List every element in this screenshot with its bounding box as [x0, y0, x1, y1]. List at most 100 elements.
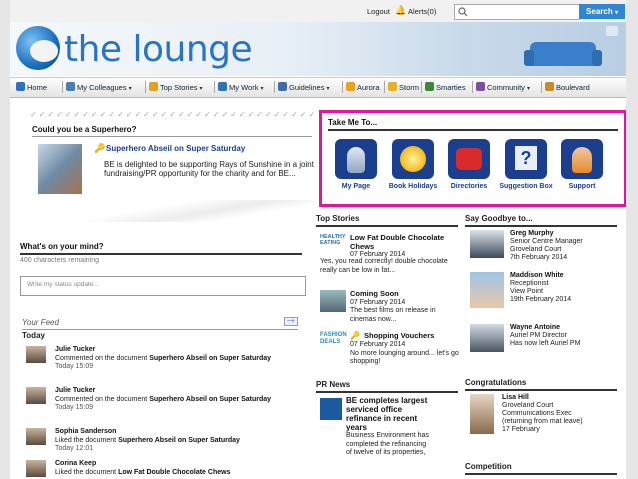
top-stories-title: Top Stories — [316, 214, 360, 223]
brand-title: the lounge — [64, 29, 253, 70]
feed-user[interactable]: Julie Tucker — [55, 346, 95, 353]
feed-doc-link[interactable]: Low Fat Double Chocolate Chews — [118, 469, 230, 476]
nav-aurora[interactable]: Aurora — [346, 82, 380, 92]
story-title-link[interactable]: Shopping Vouchers — [364, 331, 464, 341]
bell-icon[interactable]: 🔔 — [395, 5, 406, 16]
colleagues-icon — [66, 82, 75, 91]
lamp-icon — [606, 26, 618, 36]
nav-label: Aurora — [357, 83, 380, 92]
take-me-to-title: Take Me To... — [328, 118, 378, 127]
avatar[interactable] — [470, 394, 494, 434]
search-input[interactable] — [454, 4, 580, 20]
feed-user[interactable]: Sophia Sanderson — [55, 428, 116, 435]
feed-doc-link[interactable]: Superhero Abseil on Super Saturday — [149, 355, 271, 362]
nav-label: Boulevard — [556, 83, 590, 92]
goodbye-person: Greg Murphy Senior Centre Manager Grovelan… — [470, 230, 620, 262]
question-icon: ? — [515, 146, 537, 170]
tile-label: My Page — [341, 183, 371, 190]
person-name[interactable]: Greg Murphy — [510, 230, 626, 238]
person-date: 7th February 2014 — [510, 254, 568, 261]
feed-toggle-button[interactable]: −+ — [283, 317, 298, 326]
story-title-link[interactable]: Superhero Abseil on Super Saturday — [106, 144, 245, 153]
story-title-link[interactable]: Coming Soon — [350, 289, 460, 299]
community-icon — [476, 82, 485, 91]
banner: the lounge — [10, 22, 626, 76]
nav-home[interactable]: Home — [16, 82, 47, 92]
nav-guidelines[interactable]: Guidelines ▾ — [278, 82, 329, 92]
person-name[interactable]: Lisa Hill — [502, 394, 622, 402]
feed-doc-link[interactable]: Superhero Abseil on Super Saturday — [149, 396, 271, 403]
nav-label: My Colleagues — [77, 83, 127, 92]
story-body: BE is delighted to be supporting Rays of… — [104, 160, 314, 178]
chevron-down-icon[interactable]: ▾ — [260, 86, 263, 92]
sun-icon — [400, 146, 426, 172]
nav-boulevard[interactable]: Boulevard — [545, 82, 590, 92]
feed-user[interactable]: Corina Keep — [55, 460, 96, 467]
story-body: Yes, you read correctly! double chocolat… — [320, 258, 448, 274]
chevron-down-icon[interactable]: ▾ — [527, 86, 530, 92]
person-date: 17 February — [502, 426, 540, 433]
status-input[interactable]: Write my status update... — [20, 276, 306, 296]
competition-panel: Competition — [465, 462, 617, 475]
tile-suggestion-box[interactable]: ? Suggestion Box — [498, 139, 554, 190]
avatar[interactable] — [470, 272, 504, 308]
nav-storm[interactable]: Storm — [388, 82, 419, 92]
search-button[interactable]: Search ▾ — [579, 4, 625, 19]
story-photo[interactable] — [38, 144, 82, 194]
tile-support[interactable]: Support — [554, 139, 610, 190]
nav-label: Community — [487, 83, 525, 92]
feed-action: Commented on the document — [55, 354, 148, 362]
superhero-question: Could you be a Superhero? — [32, 125, 137, 134]
mind-title: What's on your mind? — [20, 242, 104, 251]
competition-title: Competition — [465, 462, 512, 471]
nav-my-work[interactable]: My Work ▾ — [218, 82, 263, 92]
avatar[interactable] — [26, 460, 46, 477]
feed-user[interactable]: Julie Tucker — [55, 387, 95, 394]
pr-body: Business Environment has completed the r… — [346, 432, 429, 456]
person-role: Senior Centre Manager — [510, 238, 583, 245]
person-name[interactable]: Wayne Antoine — [510, 324, 626, 332]
search-button-label: Search — [586, 7, 613, 16]
tile-my-page[interactable]: My Page — [328, 139, 384, 190]
story-thumb[interactable] — [320, 290, 346, 312]
story-date: 07 February 2014 — [350, 298, 406, 306]
avatar[interactable] — [470, 230, 504, 258]
smarties-icon — [425, 82, 434, 91]
work-icon — [218, 82, 227, 91]
person-role: Communications Exec — [502, 410, 572, 417]
logo-chair-icon — [16, 26, 60, 70]
feed-doc-link[interactable]: Superhero Abseil on Super Saturday — [118, 437, 240, 444]
alerts-link[interactable]: Alerts(0) — [408, 7, 436, 16]
tile-book-holidays[interactable]: Book Holidays — [385, 139, 441, 190]
logout-link[interactable]: Logout — [367, 7, 390, 16]
search-icon — [458, 7, 468, 17]
chars-remaining: 400 characters remaining — [20, 257, 99, 264]
person-name[interactable]: Maddison White — [510, 272, 626, 280]
story-item: Low Fat Double Chocolate Chews 07 Februa… — [350, 233, 460, 260]
nav-smarties[interactable]: Smarties — [425, 82, 466, 92]
home-icon — [16, 82, 25, 91]
nav-my-colleagues[interactable]: My Colleagues ▾ — [66, 82, 132, 92]
tile-directories[interactable]: Directories — [441, 139, 497, 190]
nav-label: Home — [27, 83, 48, 92]
chevron-down-icon[interactable]: ▾ — [200, 86, 203, 92]
person-icon — [347, 147, 365, 173]
avatar[interactable] — [26, 428, 46, 445]
story-thumb[interactable]: HEALTHY EATING — [320, 234, 346, 256]
story-thumb[interactable]: FASHION DEALS — [320, 332, 347, 354]
nav-community[interactable]: Community ▾ — [476, 82, 530, 92]
person-role: Auriel PM Director — [510, 332, 567, 339]
chevron-down-icon[interactable]: ▾ — [129, 86, 132, 92]
avatar[interactable] — [26, 346, 46, 363]
nav-top-stories[interactable]: Top Stories ▾ — [149, 82, 203, 92]
chevron-down-icon[interactable]: ▾ — [326, 86, 329, 92]
pr-headline-link[interactable]: BE completes largest serviced office ref… — [346, 396, 432, 432]
nav-label: Storm — [399, 83, 420, 92]
story-title-link[interactable]: Low Fat Double Chocolate Chews — [350, 233, 460, 251]
top-stories-panel: Top Stories — [316, 214, 458, 227]
main-nav: Home My Colleagues ▾ Top Stories ▾ My Work… — [10, 77, 626, 98]
nav-label: Guidelines — [289, 83, 325, 92]
avatar[interactable] — [470, 324, 504, 352]
avatar[interactable] — [26, 387, 46, 404]
superhero-panel: ✓✓✓✓✓✓✓✓✓✓✓✓✓✓✓✓✓✓✓✓✓✓✓✓✓✓✓✓✓✓✓✓✓✓✓✓✓✓ C… — [22, 110, 317, 222]
